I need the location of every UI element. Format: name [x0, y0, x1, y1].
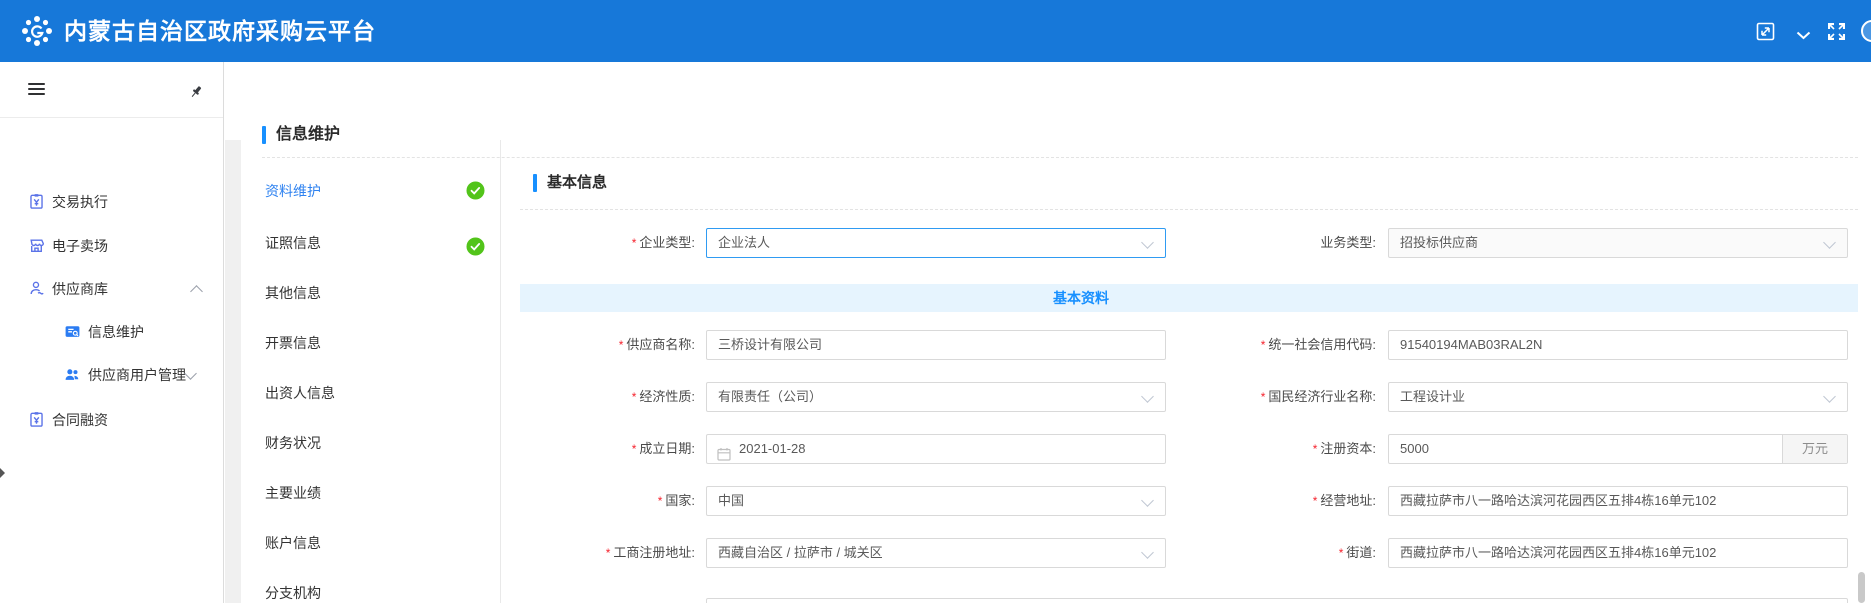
check-circle-icon: [466, 181, 485, 200]
section-title-bar: [533, 174, 537, 192]
enterprise-type-label: *企业类型:: [520, 228, 695, 258]
establish-date-label: *成立日期:: [520, 434, 695, 464]
business-type-select[interactable]: 招投标供应商: [1388, 228, 1848, 258]
info-doc-icon: [64, 323, 81, 340]
screen: 内蒙古自治区政府采购云平台: [0, 0, 1871, 603]
chevron-up-icon: [190, 285, 203, 298]
economic-nature-select[interactable]: 有限责任（公司）: [706, 382, 1166, 412]
chevron-down-icon[interactable]: [1796, 27, 1811, 45]
section-divider: [520, 209, 1858, 210]
chevron-down-icon: [1141, 494, 1154, 507]
street-label: *街道:: [1180, 538, 1376, 568]
chevron-down-icon: [1141, 390, 1154, 403]
supplier-name-label: *供应商名称:: [520, 330, 695, 360]
panel-expand-handle[interactable]: [0, 468, 5, 478]
uscc-label: *统一社会信用代码:: [1180, 330, 1376, 360]
fullscreen-icon[interactable]: [1828, 23, 1845, 45]
supplier-person-icon: [28, 280, 45, 297]
supplier-name-input[interactable]: 三桥设计有限公司: [706, 330, 1166, 360]
chevron-down-icon: [1823, 390, 1836, 403]
chevron-down-icon: [1141, 236, 1154, 249]
check-circle-icon: [466, 237, 485, 256]
country-select[interactable]: 中国: [706, 486, 1166, 516]
left-scroll-track: [225, 140, 241, 603]
business-address-input[interactable]: 西藏拉萨市八一路哈达滨河花园西区五排4栋16单元102: [1388, 486, 1848, 516]
business-type-label: 业务类型:: [1180, 228, 1376, 258]
user-avatar[interactable]: [1861, 20, 1871, 42]
tabs-form-divider: [500, 140, 501, 603]
chevron-down-icon: [184, 367, 197, 380]
registered-capital-label: *注册资本:: [1180, 434, 1376, 464]
sidebar-item-contract-financing[interactable]: 合同融资: [0, 409, 224, 431]
street-input[interactable]: 西藏拉萨市八一路哈达滨河花园西区五排4栋16单元102: [1388, 538, 1848, 568]
vertical-scrollbar-thumb[interactable]: [1858, 572, 1865, 603]
subsection-title: 基本资料: [1053, 284, 1109, 312]
title-divider: [262, 157, 1858, 158]
establish-date-picker[interactable]: 2021-01-28: [706, 434, 1166, 464]
tab-data-maintenance[interactable]: 资料维护: [240, 180, 490, 202]
tab-major-performance[interactable]: 主要业绩: [240, 482, 490, 504]
tab-branch-info[interactable]: 分支机构: [240, 582, 490, 603]
industry-label: *国民经济行业名称:: [1180, 382, 1376, 412]
subsection-band: 基本资料: [520, 284, 1858, 312]
industry-select[interactable]: 工程设计业: [1388, 382, 1848, 412]
sidebar-item-transaction-execution[interactable]: 交易执行: [0, 191, 224, 213]
contract-icon: [28, 411, 45, 428]
registration-address-select[interactable]: 西藏自治区 / 拉萨市 / 城关区: [706, 538, 1166, 568]
business-address-label: *经营地址:: [1180, 486, 1376, 516]
tab-invoice-info[interactable]: 开票信息: [240, 332, 490, 354]
sidebar-top-bar: [0, 62, 223, 118]
next-row-input-partial[interactable]: [706, 598, 1848, 603]
registration-address-label: *工商注册地址:: [520, 538, 695, 568]
platform-logo-icon: [20, 14, 54, 48]
page-title: 信息维护: [276, 124, 340, 146]
app-title: 内蒙古自治区政府采购云平台: [64, 0, 376, 62]
tab-other-info[interactable]: 其他信息: [240, 282, 490, 304]
page-title-bar: [262, 126, 266, 144]
economic-nature-label: *经济性质:: [520, 382, 695, 412]
pin-icon[interactable]: [188, 84, 204, 100]
section-title: 基本信息: [547, 173, 607, 193]
clipboard-yen-icon: [28, 193, 45, 210]
tab-investor-info[interactable]: 出资人信息: [240, 382, 490, 404]
tab-license-info[interactable]: 证照信息: [240, 232, 490, 254]
chevron-down-icon: [1823, 236, 1836, 249]
country-label: *国家:: [520, 486, 695, 516]
registered-capital-input[interactable]: 5000 万元: [1388, 434, 1848, 464]
sidebar-item-supplier-library[interactable]: 供应商库: [0, 278, 224, 300]
collapse-menu-icon[interactable]: [28, 83, 45, 95]
storefront-icon: [28, 237, 45, 254]
sidebar-item-e-marketplace[interactable]: 电子卖场: [0, 235, 224, 257]
app-header: 内蒙古自治区政府采购云平台: [0, 0, 1871, 62]
uscc-input[interactable]: 91540194MAB03RAL2N: [1388, 330, 1848, 360]
tab-financial-status[interactable]: 财务状况: [240, 432, 490, 454]
sidebar-item-supplier-user-mgmt[interactable]: 供应商用户管理: [0, 364, 224, 386]
users-icon: [64, 366, 81, 383]
tab-account-info[interactable]: 账户信息: [240, 532, 490, 554]
enterprise-type-select[interactable]: 企业法人: [706, 228, 1166, 258]
calendar-icon: [717, 443, 731, 464]
sidebar: 交易执行 电子卖场 供应商库: [0, 62, 224, 603]
sidebar-item-info-maintenance[interactable]: 信息维护: [0, 321, 224, 343]
resize-window-icon[interactable]: [1756, 22, 1775, 46]
capital-unit-addon: 万元: [1782, 435, 1847, 463]
chevron-down-icon: [1141, 546, 1154, 559]
